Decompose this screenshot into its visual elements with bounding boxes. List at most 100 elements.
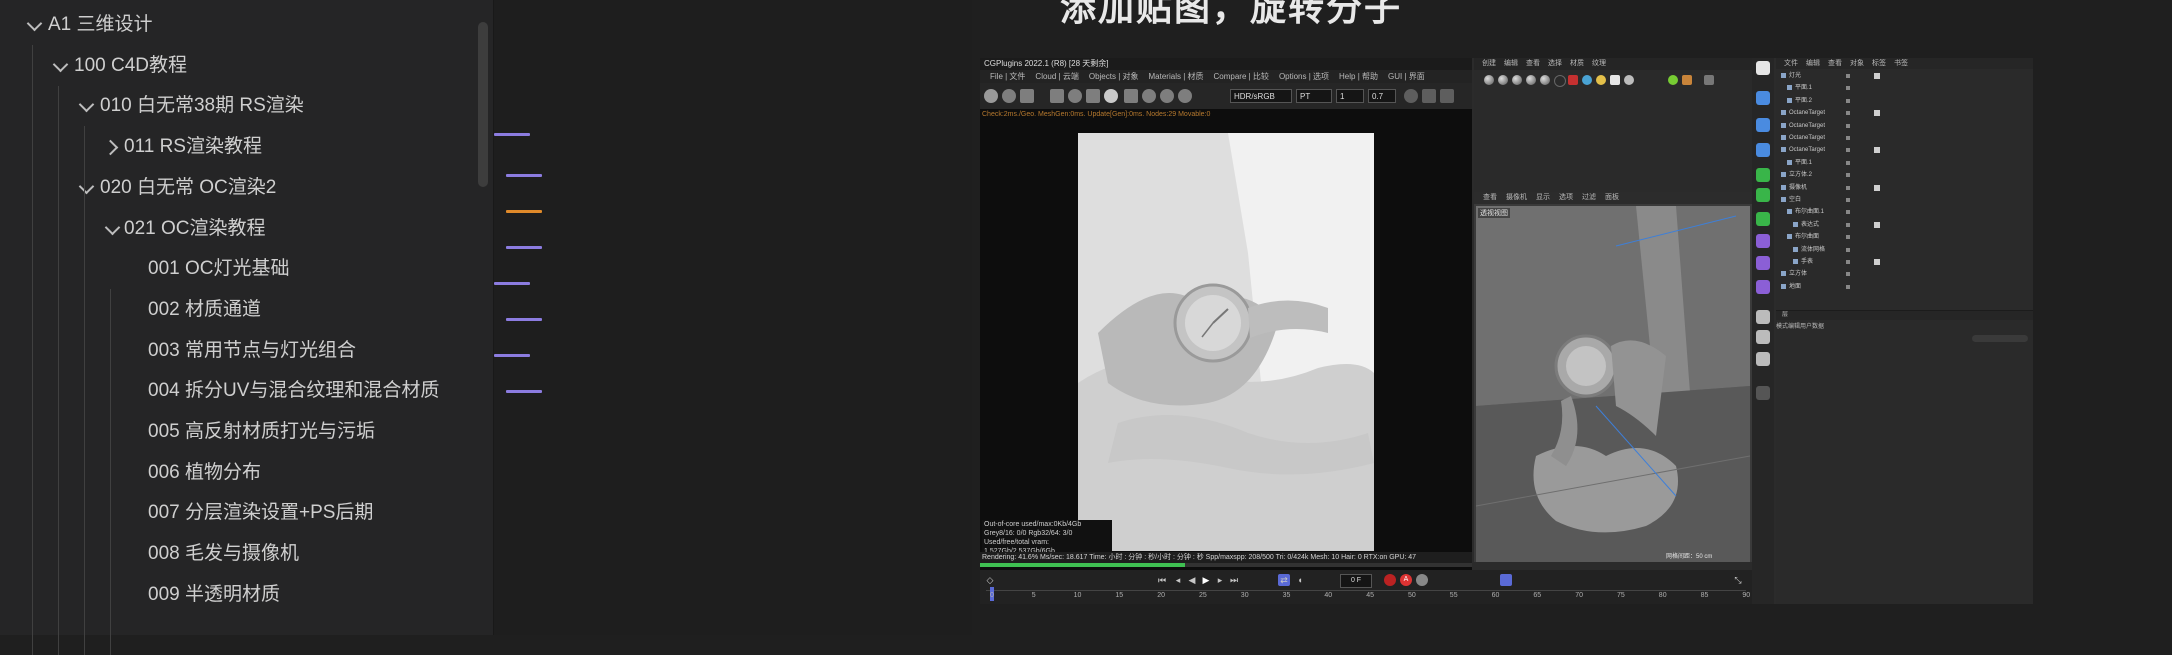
visibility-dot[interactable] bbox=[1846, 272, 1850, 277]
scene-icon[interactable] bbox=[1756, 256, 1770, 270]
generator-icon[interactable] bbox=[1756, 168, 1770, 182]
chevron-down-icon[interactable] bbox=[106, 222, 116, 232]
pick-focus-icon[interactable] bbox=[1142, 89, 1156, 103]
tree-item[interactable]: 011 RS渲染教程 bbox=[0, 127, 480, 167]
previous-key-icon[interactable]: ◂ bbox=[1172, 574, 1184, 586]
visibility-dot[interactable] bbox=[1846, 198, 1850, 202]
loop-icon[interactable]: ⇄ bbox=[1278, 574, 1290, 586]
visibility-dot[interactable] bbox=[1846, 284, 1850, 289]
chapter-marker[interactable] bbox=[494, 282, 530, 285]
box-icon[interactable] bbox=[1682, 75, 1692, 85]
material-tag-icon[interactable] bbox=[1874, 221, 1880, 228]
perspective-viewport[interactable]: 查看 摄像机 显示 选项 过滤 面板 透视视图 网格间距：50 cm bbox=[1474, 192, 1752, 562]
cube-icon[interactable] bbox=[1756, 91, 1770, 105]
clay-mode-icon[interactable] bbox=[1422, 89, 1436, 103]
menu-item[interactable]: 文件 bbox=[1784, 60, 1798, 67]
menu-item[interactable]: 查看 bbox=[1526, 60, 1540, 67]
sphere-icon[interactable] bbox=[1104, 89, 1118, 103]
color-space-select[interactable]: HDR/sRGB bbox=[1230, 89, 1292, 103]
frame-field[interactable]: 0 F bbox=[1340, 574, 1372, 588]
material-ball[interactable] bbox=[1540, 75, 1550, 85]
menu-item[interactable]: Materials | 材质 bbox=[1149, 72, 1204, 81]
object-row[interactable]: 平面.2 bbox=[1776, 97, 2033, 106]
text-icon[interactable] bbox=[1756, 143, 1770, 157]
visibility-dot[interactable] bbox=[1846, 148, 1850, 153]
restart-render-icon[interactable] bbox=[1002, 89, 1016, 103]
viewport-scene[interactable]: 透视视图 网格间距：50 cm bbox=[1476, 206, 1750, 562]
camera-icon[interactable] bbox=[1440, 89, 1454, 103]
object-row[interactable]: 平面.1 bbox=[1776, 159, 2033, 168]
field-icon[interactable] bbox=[1756, 234, 1770, 248]
keyframe-icon[interactable]: ◇ bbox=[984, 574, 996, 586]
object-row[interactable]: 平面.1 bbox=[1776, 84, 2033, 93]
play-icon[interactable]: ▶ bbox=[1200, 574, 1212, 586]
chevron-right-icon[interactable] bbox=[106, 140, 116, 150]
tree-item[interactable]: 005 高反射材质打光与污垢 bbox=[0, 412, 480, 452]
menu-item[interactable]: 创建 bbox=[1482, 60, 1496, 67]
object-row[interactable]: 表达式 bbox=[1776, 221, 2033, 230]
chevron-down-icon[interactable] bbox=[54, 59, 64, 69]
visibility-dot[interactable] bbox=[1846, 123, 1850, 128]
tree-item[interactable]: 001 OC灯光基础 bbox=[0, 249, 480, 289]
visibility-dot[interactable] bbox=[1846, 173, 1850, 178]
timeline[interactable]: ◇ ⏮ ◂ ◀ ▶ ▸ ⏭ ⇄ ◖ 0 F A ⤡ 0 5 10 15 20 25 30 35… bbox=[980, 570, 1752, 604]
value-b-field[interactable]: 0.7 bbox=[1368, 89, 1396, 103]
visibility-dot[interactable] bbox=[1846, 247, 1850, 252]
object-row[interactable]: OctaneTarget bbox=[1776, 122, 2033, 131]
chapter-marker[interactable] bbox=[506, 174, 542, 177]
gear-icon[interactable] bbox=[1068, 89, 1082, 103]
tree-item[interactable]: 010 白无常38期 RS渲染 bbox=[0, 86, 480, 126]
menu-item[interactable]: 选择 bbox=[1548, 60, 1562, 67]
visibility-dot[interactable] bbox=[1846, 260, 1850, 264]
material-tag-icon[interactable] bbox=[1874, 184, 1880, 191]
object-row[interactable]: 灯光 bbox=[1776, 72, 2033, 81]
visibility-dot[interactable] bbox=[1846, 98, 1850, 103]
region-render-icon[interactable] bbox=[1050, 89, 1064, 103]
tree-item[interactable]: 009 半透明材质 bbox=[0, 575, 480, 615]
material-ball[interactable] bbox=[1554, 75, 1566, 87]
object-row[interactable]: 流体网格 bbox=[1776, 246, 2033, 255]
menu-item[interactable]: GUI | 界面 bbox=[1388, 72, 1425, 81]
record-icon[interactable] bbox=[1568, 75, 1578, 85]
object-row[interactable]: OctaneTarget bbox=[1776, 134, 2033, 143]
object-row[interactable]: OctaneTarget bbox=[1776, 146, 2033, 155]
menu-item[interactable]: Compare | 比较 bbox=[1214, 72, 1269, 81]
chapter-marker[interactable] bbox=[506, 210, 542, 213]
light-icon[interactable] bbox=[1624, 75, 1634, 85]
menu-item[interactable]: 查看 bbox=[1828, 60, 1842, 67]
chevron-down-icon[interactable] bbox=[80, 99, 90, 109]
deformer-icon[interactable] bbox=[1756, 212, 1770, 226]
tree-item[interactable]: A1 三维设计 bbox=[0, 5, 480, 45]
key-selection-icon[interactable] bbox=[1416, 574, 1428, 586]
next-key-icon[interactable]: ⏭ bbox=[1228, 574, 1240, 586]
area-light-icon[interactable] bbox=[1610, 75, 1620, 85]
tree-item[interactable]: 006 植物分布 bbox=[0, 453, 480, 493]
material-tag-icon[interactable] bbox=[1874, 110, 1880, 117]
object-row[interactable]: 布尔曲面.1 bbox=[1776, 208, 2033, 217]
record-key-icon[interactable] bbox=[1384, 574, 1396, 586]
cloner-icon[interactable] bbox=[1756, 188, 1770, 202]
sky-icon[interactable] bbox=[1582, 75, 1592, 85]
material-ball[interactable] bbox=[1484, 75, 1494, 85]
attribute-search[interactable] bbox=[1972, 335, 2028, 342]
menu-item[interactable]: 材质 bbox=[1570, 60, 1584, 67]
object-row[interactable]: 布尔曲面 bbox=[1776, 233, 2033, 242]
visibility-dot[interactable] bbox=[1846, 235, 1850, 240]
pick-material-icon[interactable] bbox=[1160, 89, 1174, 103]
material-tag-icon[interactable] bbox=[1874, 73, 1880, 79]
menu-item[interactable]: 用户数据 bbox=[1800, 324, 1824, 330]
attribute-tab[interactable]: 层 bbox=[1782, 312, 1788, 318]
chapter-marker[interactable] bbox=[506, 246, 542, 249]
tree-item[interactable]: 004 拆分UV与混合纹理和混合材质 bbox=[0, 371, 480, 411]
camera-object-icon[interactable] bbox=[1756, 280, 1770, 294]
object-row[interactable]: OctaneTarget bbox=[1776, 109, 2033, 118]
settings-icon[interactable] bbox=[984, 89, 998, 103]
tree-item[interactable]: 008 毛发与摄像机 bbox=[0, 534, 480, 574]
chapter-marker[interactable] bbox=[494, 133, 530, 136]
light-object-icon[interactable] bbox=[1756, 310, 1770, 324]
tree-item[interactable]: 002 材质通道 bbox=[0, 290, 480, 330]
move-tool-icon[interactable] bbox=[1756, 61, 1770, 75]
sun-icon[interactable] bbox=[1596, 75, 1606, 85]
menu-item[interactable]: 模式 bbox=[1776, 324, 1788, 330]
object-row[interactable]: 立方体.2 bbox=[1776, 171, 2033, 180]
